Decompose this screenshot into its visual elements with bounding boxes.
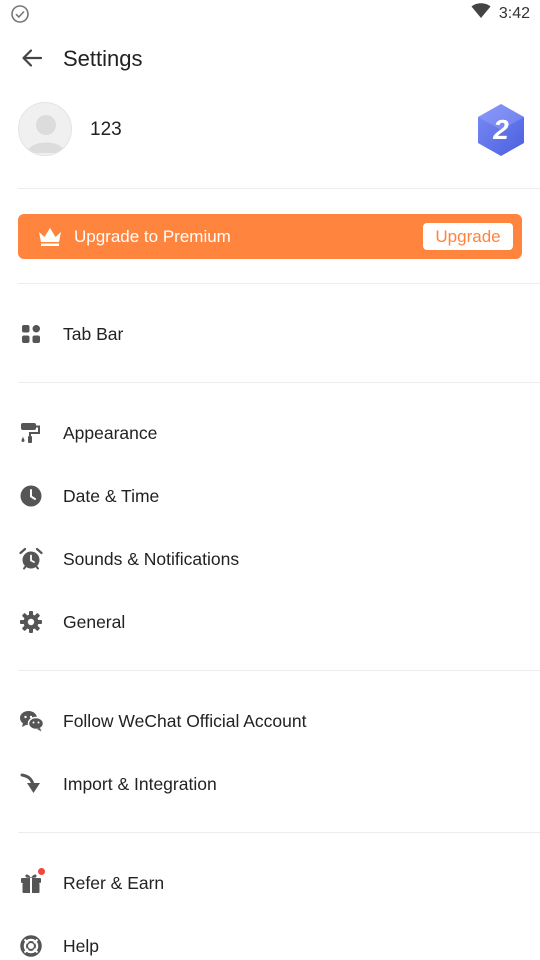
level-number: 2 [492, 114, 509, 145]
notification-dot [38, 868, 45, 875]
menu-label-date-time: Date & Time [63, 486, 160, 506]
import-arrow-icon [19, 772, 43, 796]
premium-banner[interactable]: Upgrade to Premium Upgrade [18, 214, 522, 259]
wifi-icon [471, 3, 491, 24]
menu-item-date-time[interactable]: Date & Time [0, 471, 540, 521]
check-circle-icon [10, 4, 30, 24]
menu-label-general: General [63, 612, 126, 632]
menu-label-import-integration: Import & Integration [63, 774, 217, 794]
top-bar: Settings [0, 36, 540, 84]
divider [18, 188, 540, 189]
menu-label-wechat: Follow WeChat Official Account [63, 711, 307, 731]
divider [18, 283, 540, 284]
status-time: 3:42 [498, 4, 530, 22]
page-title: Settings [63, 46, 143, 71]
crown-icon [37, 225, 63, 247]
premium-label: Upgrade to Premium [74, 227, 231, 246]
settings-screen: 3:42 Settings 123 2 Upgrade to Premium U… [0, 0, 540, 960]
wechat-icon [19, 709, 45, 733]
menu-label-sounds-notifications: Sounds & Notifications [63, 549, 240, 569]
divider [18, 670, 540, 671]
grid-icon [19, 322, 43, 346]
menu-label-appearance: Appearance [63, 423, 158, 443]
menu-label-help: Help [63, 936, 99, 956]
clock-icon [19, 484, 43, 508]
back-button[interactable] [14, 44, 50, 76]
menu-item-wechat[interactable]: Follow WeChat Official Account [0, 696, 540, 746]
avatar-icon[interactable] [18, 102, 72, 156]
menu-label-refer-earn: Refer & Earn [63, 873, 165, 893]
upgrade-button[interactable]: Upgrade [423, 223, 513, 250]
menu-item-general[interactable]: General [0, 597, 540, 647]
menu-item-refer-earn[interactable]: Refer & Earn [0, 858, 540, 908]
gear-icon [19, 610, 43, 634]
menu-item-help[interactable]: Help [0, 921, 540, 960]
level-badge[interactable]: 2 [474, 102, 528, 158]
lifebuoy-icon [19, 934, 43, 958]
alarm-clock-icon [19, 547, 43, 571]
status-bar: 3:42 [0, 0, 540, 28]
arrow-left-icon [21, 48, 43, 73]
menu-item-import-integration[interactable]: Import & Integration [0, 759, 540, 809]
menu-item-tab-bar[interactable]: Tab Bar [0, 309, 540, 359]
menu-item-appearance[interactable]: Appearance [0, 408, 540, 458]
menu-label-tab-bar: Tab Bar [63, 324, 124, 344]
divider [18, 382, 540, 383]
username: 123 [90, 119, 122, 140]
profile-row[interactable]: 123 2 [0, 102, 540, 160]
divider [18, 832, 540, 833]
paint-roller-icon [19, 421, 43, 445]
menu-item-sounds-notifications[interactable]: Sounds & Notifications [0, 534, 540, 584]
status-right: 3:42 [471, 3, 530, 24]
